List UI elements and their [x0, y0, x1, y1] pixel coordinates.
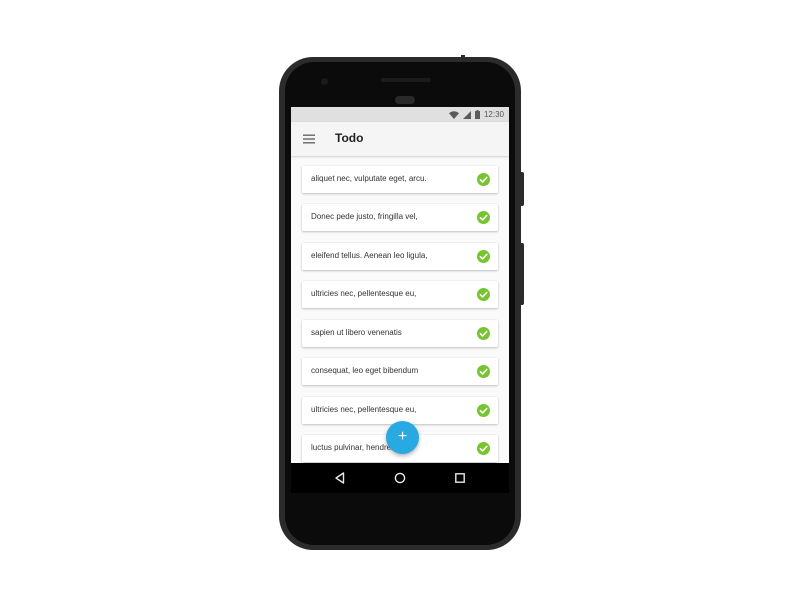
volume-button	[521, 243, 524, 305]
front-camera	[321, 78, 328, 85]
earpiece	[395, 96, 415, 104]
top-speaker-grille	[381, 78, 431, 82]
add-todo-button[interactable]: +	[386, 421, 419, 454]
check-circle-icon[interactable]	[477, 211, 490, 224]
status-bar: 12:30	[291, 107, 509, 122]
check-circle-icon[interactable]	[477, 404, 490, 417]
battery-icon	[474, 110, 480, 119]
todo-text: eleifend tellus. Aenean leo ligula,	[311, 251, 428, 260]
cell-signal-icon	[462, 110, 471, 119]
power-button	[521, 172, 524, 206]
system-nav-bar	[291, 463, 509, 493]
check-circle-icon[interactable]	[477, 250, 490, 263]
todo-text: luctus pulvinar, hendrerit	[311, 443, 398, 452]
back-icon[interactable]	[333, 471, 347, 485]
todo-item[interactable]: aliquet nec, vulputate eget, arcu.	[302, 166, 498, 193]
home-icon[interactable]	[393, 471, 407, 485]
hamburger-menu-icon[interactable]	[303, 134, 315, 144]
todo-text: ultricies nec, pellentesque eu,	[311, 289, 417, 298]
todo-text: consequat, leo eget bibendum	[311, 366, 419, 375]
phone-top-mark	[461, 55, 465, 58]
app-bar: Todo	[291, 122, 509, 156]
recent-apps-icon[interactable]	[453, 471, 467, 485]
check-circle-icon[interactable]	[477, 327, 490, 340]
wifi-icon	[448, 110, 459, 119]
check-circle-icon[interactable]	[477, 288, 490, 301]
page-title: Todo	[335, 131, 364, 145]
todo-item[interactable]: ultricies nec, pellentesque eu,	[302, 397, 498, 424]
todo-item[interactable]: Donec pede justo, fringilla vel,	[302, 204, 498, 231]
todo-item[interactable]: sapien ut libero venenatis	[302, 320, 498, 347]
todo-text: aliquet nec, vulputate eget, arcu.	[311, 174, 427, 183]
check-circle-icon[interactable]	[477, 442, 490, 455]
check-circle-icon[interactable]	[477, 173, 490, 186]
phone-screen: 12:30 Todo aliquet nec, vulputate eget, …	[291, 107, 509, 493]
status-time: 12:30	[483, 110, 504, 119]
todo-text: sapien ut libero venenatis	[311, 328, 402, 337]
todo-list: aliquet nec, vulputate eget, arcu. Donec…	[291, 156, 509, 463]
todo-item[interactable]: eleifend tellus. Aenean leo ligula,	[302, 243, 498, 270]
todo-text: ultricies nec, pellentesque eu,	[311, 405, 417, 414]
check-circle-icon[interactable]	[477, 365, 490, 378]
status-icons: 12:30	[448, 109, 504, 120]
todo-text: Donec pede justo, fringilla vel,	[311, 212, 418, 221]
todo-item[interactable]: consequat, leo eget bibendum	[302, 358, 498, 385]
todo-item[interactable]: ultricies nec, pellentesque eu,	[302, 281, 498, 308]
plus-icon: +	[397, 428, 408, 445]
